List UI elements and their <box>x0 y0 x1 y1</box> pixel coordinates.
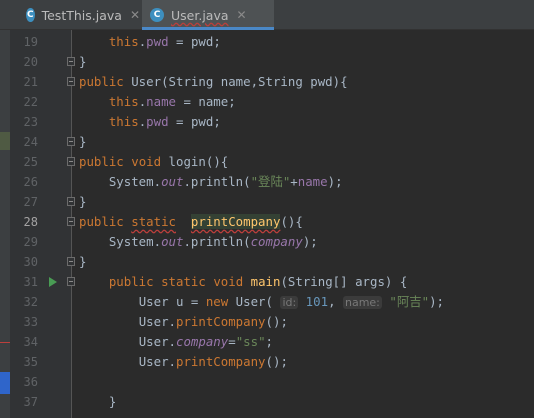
fold-icon[interactable] <box>67 217 75 226</box>
tab-user-java[interactable]: C User.java ✕ <box>142 0 274 30</box>
code-line: 26 System.out.println("登陆"+name); <box>0 172 534 192</box>
fold-icon[interactable] <box>67 77 75 86</box>
line-number: 20 <box>23 55 38 69</box>
code-text[interactable]: } <box>79 252 86 272</box>
code-line: 32 User u = new User( id: 101, name: "阿吉… <box>0 292 534 312</box>
close-icon[interactable]: ✕ <box>130 8 140 22</box>
editor-tab-bar: C TestThis.java ✕ C User.java ✕ <box>0 0 534 30</box>
java-class-icon: C <box>26 8 35 22</box>
line-number: 37 <box>23 395 38 409</box>
code-text[interactable]: } <box>79 52 86 72</box>
code-text[interactable]: User.company="ss"; <box>79 332 273 352</box>
code-text[interactable]: } <box>79 192 86 212</box>
fold-icon[interactable] <box>67 57 75 66</box>
line-number: 25 <box>23 155 38 169</box>
fold-icon[interactable] <box>67 277 75 286</box>
tab-label: TestThis.java <box>41 7 122 23</box>
code-line: 22 this.name = name; <box>0 92 534 112</box>
code-text[interactable]: System.out.println("登陆"+name); <box>79 172 343 192</box>
fold-icon[interactable] <box>67 197 75 206</box>
code-line: 36 <box>0 372 534 392</box>
code-text[interactable]: public static printCompany(){ <box>79 212 303 232</box>
line-number: 31 <box>23 275 38 289</box>
line-number: 32 <box>23 295 38 309</box>
run-icon[interactable] <box>49 277 57 287</box>
code-text[interactable]: this.pwd = pwd; <box>79 112 221 132</box>
parameter-hint: name: <box>342 296 382 309</box>
code-text[interactable]: public User(String name,String pwd){ <box>79 72 348 92</box>
parameter-hint: id: <box>280 296 299 309</box>
code-text[interactable]: this.pwd = pwd; <box>79 32 221 52</box>
code-line: 28 public static printCompany(){ <box>0 212 534 232</box>
line-number: 19 <box>23 35 38 49</box>
code-text[interactable]: public void login(){ <box>79 152 228 172</box>
code-line: 37 } <box>0 392 534 412</box>
line-number: 35 <box>23 355 38 369</box>
code-text[interactable]: } <box>79 132 86 152</box>
line-number: 33 <box>23 315 38 329</box>
code-line: 29 System.out.println(company); <box>0 232 534 252</box>
line-number: 26 <box>23 175 38 189</box>
line-number: 34 <box>23 335 38 349</box>
tab-label: User.java <box>171 7 229 23</box>
code-text[interactable]: public static void main(String[] args) { <box>79 272 407 292</box>
code-line: 19 this.pwd = pwd; <box>0 32 534 52</box>
line-number: 36 <box>23 375 38 389</box>
line-number: 29 <box>23 235 38 249</box>
code-line: 34 User.company="ss"; <box>0 332 534 352</box>
code-line: 27 } <box>0 192 534 212</box>
code-text[interactable]: User.printCompany(); <box>79 312 288 332</box>
line-number: 30 <box>23 255 38 269</box>
code-line: 31 public static void main(String[] args… <box>0 272 534 292</box>
fold-icon[interactable] <box>67 137 75 146</box>
code-line: 35 User.printCompany(); <box>0 352 534 372</box>
code-text[interactable]: System.out.println(company); <box>79 232 318 252</box>
line-number: 23 <box>23 115 38 129</box>
code-text[interactable]: this.name = name; <box>79 92 236 112</box>
line-number: 27 <box>23 195 38 209</box>
code-text[interactable]: } <box>79 392 116 412</box>
code-text[interactable]: User u = new User( id: 101, name: "阿吉"); <box>79 292 444 313</box>
line-number: 22 <box>23 95 38 109</box>
line-number: 28 <box>23 215 38 229</box>
code-line: 24 } <box>0 132 534 152</box>
code-line: 30 } <box>0 252 534 272</box>
code-text[interactable]: User.printCompany(); <box>79 352 288 372</box>
line-number: 21 <box>23 75 38 89</box>
code-line: 21 public User(String name,String pwd){ <box>0 72 534 92</box>
code-line: 25 public void login(){ <box>0 152 534 172</box>
line-number: 24 <box>23 135 38 149</box>
code-line: 33 User.printCompany(); <box>0 312 534 332</box>
fold-icon[interactable] <box>67 257 75 266</box>
close-icon[interactable]: ✕ <box>237 8 247 22</box>
tab-testthis-java[interactable]: C TestThis.java ✕ <box>18 0 140 30</box>
code-line: 20 } <box>0 52 534 72</box>
java-class-icon: C <box>150 8 164 22</box>
fold-icon[interactable] <box>67 157 75 166</box>
code-line: 23 this.pwd = pwd; <box>0 112 534 132</box>
